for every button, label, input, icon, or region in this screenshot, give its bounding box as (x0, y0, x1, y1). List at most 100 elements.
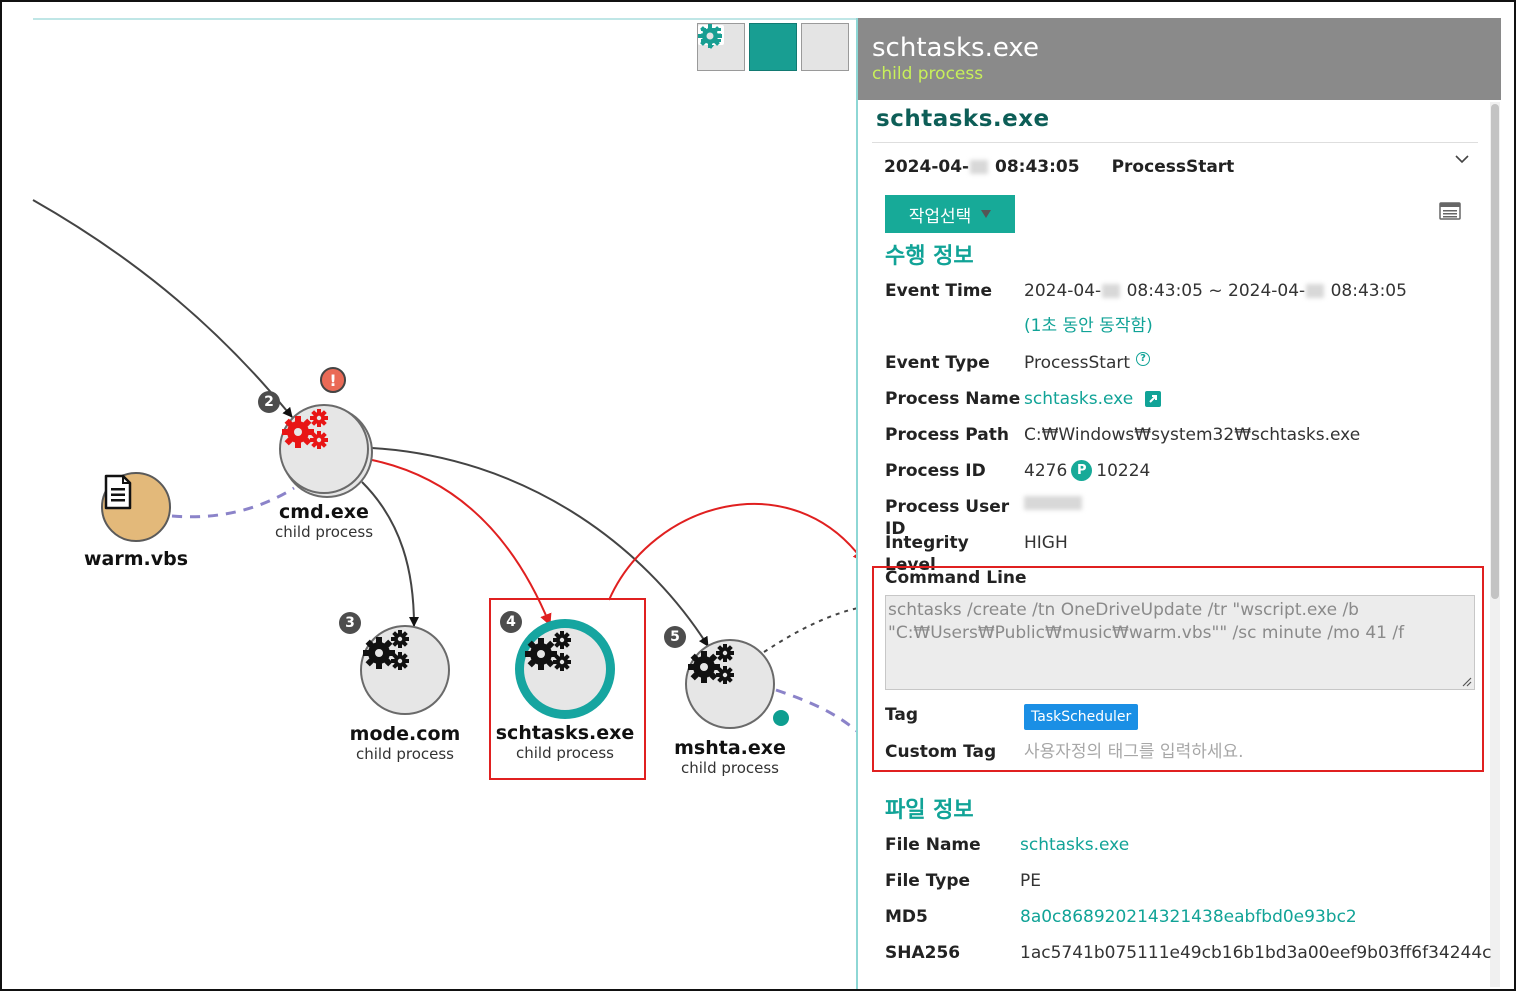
node-label-warm: warm.vbs (84, 548, 188, 570)
node-order-badge: 2 (258, 391, 280, 413)
field-label: MD5 (885, 907, 928, 927)
node-label-schtasks: schtasks.exe child process (496, 722, 635, 762)
event-time-end: 08:43:05 (1330, 281, 1407, 301)
gears-icon (282, 409, 328, 449)
chevron-down-icon[interactable] (1455, 154, 1469, 164)
node-name: schtasks.exe (495, 722, 635, 744)
detail-panel: schtasks.exe child process schtasks.exe … (856, 18, 1501, 989)
list-view-button[interactable] (698, 23, 797, 71)
node-subtitle: child process (515, 744, 615, 762)
external-link-icon[interactable] (1145, 391, 1162, 407)
row-sha256: SHA256 1ac5741b075111e49cb16b1bd3a00eef9… (885, 942, 1492, 964)
row-tag: Tag TaskScheduler (885, 704, 1139, 730)
process-graph[interactable]: warm.vbs ! 2 cmd.exe child process 3 mod… (2, 2, 856, 989)
row-event-type: Event Type ProcessStart ? (885, 352, 1151, 374)
row-file-type: File Type PE (885, 870, 1041, 892)
help-icon[interactable]: ? (1136, 352, 1151, 366)
parent-process-id: 10224 (1096, 461, 1151, 481)
event-datetime: 2024-04- 08:43:05 (884, 157, 1080, 177)
file-name-link[interactable]: schtasks.exe (1020, 834, 1129, 856)
edge-mshta-out-1 (763, 607, 856, 653)
md5-link[interactable]: 8a0c868920214321438eabfbd0e93bc2 (1020, 906, 1357, 928)
section-exec-info: 수행 정보 (885, 244, 974, 269)
file-icon (104, 474, 132, 510)
process-name-link[interactable]: schtasks.exe (1024, 388, 1133, 410)
panel-subtitle: child process (872, 64, 984, 84)
divider (872, 142, 1478, 143)
node-label-cmd: cmd.exe child process (275, 501, 373, 541)
row-event-time: Event Time 2024-04- 08:43:05 ~ 2024-04- … (885, 280, 1407, 302)
row-process-id: Process ID 4276 P 10224 (885, 460, 1150, 482)
node-mode-com[interactable] (360, 625, 450, 715)
settings-button[interactable] (698, 23, 849, 71)
tag-badge[interactable]: TaskScheduler (1024, 704, 1139, 730)
parent-process-icon[interactable]: P (1071, 460, 1093, 481)
list-view-icon[interactable] (1439, 202, 1461, 220)
gears-icon (688, 644, 734, 684)
field-label: Event Time (885, 281, 993, 301)
row-duration: (1초 동안 동작함) (885, 315, 1153, 337)
command-line-label: Command Line (885, 568, 1027, 588)
field-label: Custom Tag (885, 742, 997, 762)
node-name: warm.vbs (83, 548, 189, 570)
event-duration: (1초 동안 동작함) (1024, 316, 1153, 336)
node-name: cmd.exe (279, 501, 369, 523)
node-cmd-exe[interactable] (279, 404, 369, 494)
node-name: mshta.exe (674, 737, 786, 759)
command-line-textarea[interactable]: schtasks /create /tn OneDriveUpdate /tr … (885, 595, 1475, 690)
event-kind: ProcessStart (1111, 157, 1235, 177)
action-select-label: 작업선택 (908, 206, 972, 227)
row-file-name: File Name schtasks.exe (885, 834, 1129, 856)
node-schtasks-exe[interactable] (515, 619, 615, 719)
node-order-badge: 3 (339, 612, 361, 634)
caret-down-icon (981, 210, 992, 218)
event-summary[interactable]: 2024-04- 08:43:05 ProcessStart (884, 157, 1234, 177)
row-md5: MD5 8a0c868920214321438eabfbd0e93bc2 (885, 906, 1357, 928)
field-label: Process ID (885, 461, 986, 481)
action-select-button[interactable]: 작업선택 (885, 195, 1015, 233)
field-label: Tag (885, 705, 919, 725)
node-order-badge: 5 (664, 626, 686, 648)
command-line-text: "C:₩Users₩Public₩music₩warm.vbs"" /sc mi… (888, 623, 1405, 643)
scrollbar-thumb[interactable] (1491, 104, 1499, 599)
custom-tag-input[interactable]: 사용자정의 태그를 입력하세요. (1024, 741, 1244, 763)
process-path-value: C:₩Windows₩system32₩schtasks.exe (1024, 425, 1361, 445)
gears-icon (525, 631, 571, 671)
field-label: Process Path (885, 425, 1009, 445)
graph-toolbar (697, 23, 849, 71)
field-label: File Type (885, 871, 971, 891)
field-label: SHA256 (885, 943, 961, 963)
panel-title: schtasks.exe (872, 33, 1039, 63)
event-time-range: 2024-04- 08:43:05 ~ 2024-04- 08:43:05 (1024, 280, 1407, 302)
event-time-end-date: 2024-04- (1228, 281, 1306, 301)
event-type-value: ProcessStart (1024, 353, 1131, 373)
alert-icon[interactable]: ! (320, 367, 346, 393)
redacted-user-id (1024, 496, 1082, 510)
redacted (1306, 284, 1325, 298)
node-subtitle: child process (274, 523, 374, 541)
field-label: Event Type (885, 353, 990, 373)
field-label: Process Name (885, 389, 1021, 409)
node-warm-vbs[interactable] (101, 472, 171, 542)
field-label: File Name (885, 835, 981, 855)
sha256-value: 1ac5741b075111e49cb16b1bd3a00eef9b03ff6f… (1020, 943, 1492, 963)
edge-mshta-out-2 (775, 688, 856, 733)
redacted (1102, 284, 1121, 298)
status-dot (773, 710, 789, 726)
row-process-path: Process Path C:₩Windows₩system32₩schtask… (885, 424, 1360, 446)
row-custom-tag: Custom Tag 사용자정의 태그를 입력하세요. (885, 741, 1244, 763)
event-time-start-date: 2024-04- (1024, 281, 1102, 301)
resize-grip-icon[interactable] (1460, 675, 1472, 687)
gears-icon (363, 630, 409, 670)
node-mshta-exe[interactable] (685, 639, 775, 729)
node-label-mshta: mshta.exe child process (674, 737, 786, 777)
panel-header: schtasks.exe child process (858, 18, 1501, 100)
panel-scrollbar[interactable] (1490, 102, 1500, 987)
file-type-value: PE (1020, 871, 1041, 891)
process-title: schtasks.exe (876, 106, 1050, 132)
edge-parent-cmd (32, 199, 293, 418)
edge-schtasks-panel (608, 502, 856, 601)
node-name: mode.com (349, 723, 461, 745)
redacted (970, 160, 989, 174)
section-file-info: 파일 정보 (885, 798, 974, 823)
